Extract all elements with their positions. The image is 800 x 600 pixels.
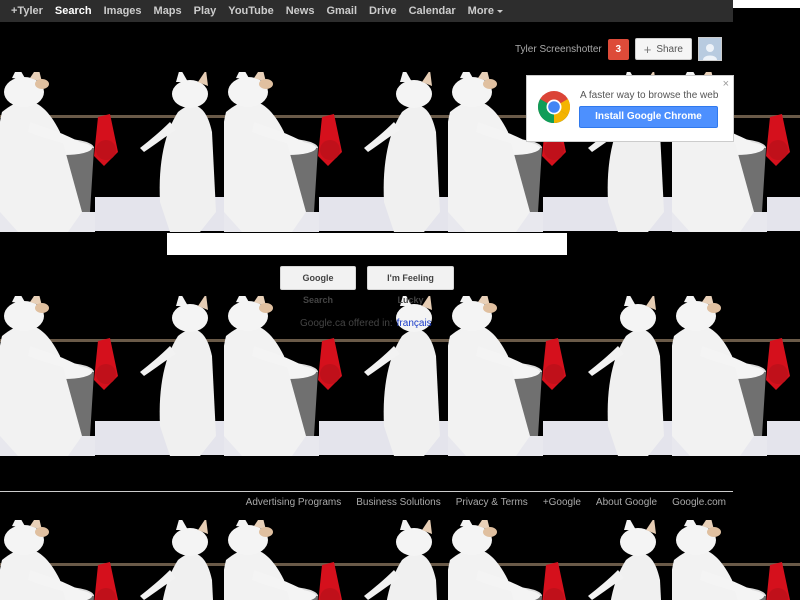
install-chrome-button[interactable]: Install Google Chrome <box>579 106 718 128</box>
share-label: Share <box>656 43 683 55</box>
nav-item-calendar[interactable]: Calendar <box>403 0 462 22</box>
nav-item-drive[interactable]: Drive <box>363 0 403 22</box>
footer-divider <box>0 491 733 492</box>
notification-count-badge[interactable]: 3 <box>607 38 629 60</box>
chrome-logo-icon <box>537 91 571 124</box>
footer-link-privacy[interactable]: Privacy & Terms <box>456 497 528 508</box>
caret-down-icon <box>496 9 503 13</box>
search-input[interactable] <box>167 233 567 255</box>
chrome-promo-popup: × A faster way to browse the web Install… <box>526 75 734 142</box>
nav-item-youtube[interactable]: YouTube <box>222 0 279 22</box>
share-button[interactable]: + Share <box>634 38 692 60</box>
footer-link-google-com[interactable]: Google.com <box>672 497 726 508</box>
close-icon[interactable]: × <box>723 78 729 90</box>
nav-item-gmail[interactable]: Gmail <box>320 0 363 22</box>
account-name[interactable]: Tyler Screenshotter <box>515 44 602 55</box>
promo-message: A faster way to browse the web <box>580 90 719 101</box>
plus-icon: + <box>643 41 652 57</box>
google-search-button[interactable]: Google Search <box>280 266 356 305</box>
language-link-francais[interactable]: français <box>397 318 432 329</box>
nav-item-play[interactable]: Play <box>188 0 223 22</box>
footer-links: Advertising Programs Business Solutions … <box>246 497 726 508</box>
nav-item-maps[interactable]: Maps <box>148 0 188 22</box>
feeling-lucky-button[interactable]: I'm Feeling Lucky <box>367 266 454 305</box>
nav-item-images[interactable]: Images <box>98 0 148 22</box>
nav-item-plus-tyler[interactable]: +Tyler <box>0 0 49 22</box>
nav-item-more[interactable]: More <box>462 0 509 22</box>
topbar-edge <box>733 0 800 8</box>
nav-item-news[interactable]: News <box>280 0 321 22</box>
google-navigation-bar: +Tyler Search Images Maps Play YouTube N… <box>0 0 733 22</box>
footer-link-about[interactable]: About Google <box>596 497 657 508</box>
footer-link-plus-google[interactable]: +Google <box>543 497 581 508</box>
more-label: More <box>467 5 494 17</box>
avatar-icon[interactable] <box>698 37 722 61</box>
footer-link-advertising[interactable]: Advertising Programs <box>246 497 342 508</box>
nav-item-search[interactable]: Search <box>49 0 98 22</box>
language-offer-text: Google.ca offered in: <box>300 318 393 329</box>
language-offer: Google.ca offered in: français <box>300 318 432 329</box>
account-area: Tyler Screenshotter 3 + Share <box>515 37 722 61</box>
footer-link-business[interactable]: Business Solutions <box>356 497 441 508</box>
